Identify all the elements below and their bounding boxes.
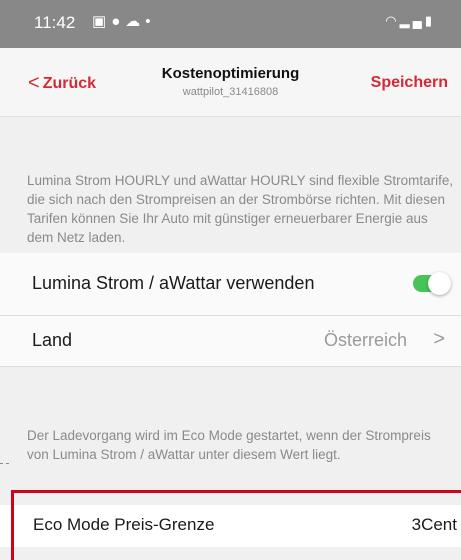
chevron-right-icon: >: [433, 328, 445, 350]
nav-bar: < Zurück Kostenoptimierung wattpilot_3141…: [0, 48, 461, 117]
cloud-icon: ☁: [125, 13, 146, 30]
awattar-toggle-label: Lumina Strom / aWattar verwenden: [32, 273, 315, 293]
wifi-icon: ◠: [385, 13, 400, 28]
chat-icon: ●: [111, 13, 126, 30]
eco-threshold-row[interactable]: Eco Mode Preis-Grenze 3Cent: [0, 505, 461, 547]
dashed-divider: [0, 463, 9, 464]
dot-icon: •: [145, 13, 156, 30]
awattar-toggle-row: Lumina Strom / aWattar verwenden: [0, 253, 461, 316]
tariff-description: Lumina Strom HOURLY und aWattar HOURLY s…: [27, 173, 454, 245]
status-time: 11:42: [34, 13, 76, 32]
toggle-knob: [428, 272, 451, 295]
status-left-icons: ▣●☁•: [92, 12, 156, 30]
eco-threshold-label: Eco Mode Preis-Grenze: [33, 515, 215, 534]
status-bar: 11:42 ▣●☁• ◠▂▄▮: [0, 0, 461, 48]
country-row[interactable]: Land Österreich >: [0, 316, 461, 367]
status-right-icons: ◠▂▄▮: [385, 13, 435, 29]
eco-threshold-value: 3Cent: [411, 515, 457, 534]
eco-mode-description: Der Ladevorgang wird im Eco Mode gestart…: [27, 428, 431, 462]
country-label: Land: [32, 330, 73, 350]
signal-icon: ▂▄: [399, 13, 425, 28]
country-value: Österreich: [323, 330, 407, 350]
image-icon: ▣: [92, 13, 112, 30]
battery-icon: ▮: [424, 13, 435, 28]
save-button[interactable]: Speichern: [371, 74, 448, 92]
awattar-toggle[interactable]: [413, 272, 451, 295]
